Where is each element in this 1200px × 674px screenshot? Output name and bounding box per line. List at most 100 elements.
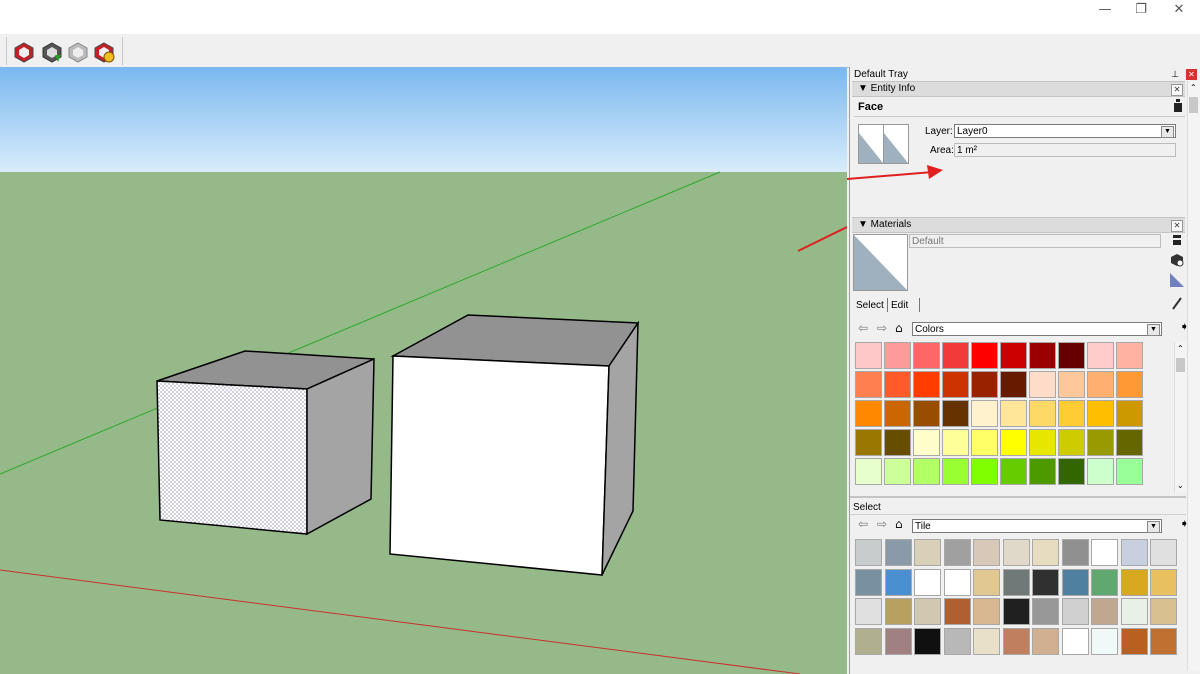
- tray-close-button[interactable]: ✕: [1186, 69, 1197, 80]
- color-swatch[interactable]: [855, 458, 882, 485]
- color-swatch[interactable]: [884, 342, 911, 369]
- front-face-material-swatch[interactable]: [858, 124, 884, 164]
- tile-material-swatch[interactable]: [1002, 568, 1030, 596]
- tile-material-swatch[interactable]: [1091, 627, 1118, 655]
- entity-info-header[interactable]: ▼ Entity Info ✕: [852, 81, 1185, 97]
- tile-material-swatch[interactable]: [884, 568, 912, 596]
- tile-material-swatch[interactable]: [1032, 539, 1059, 566]
- color-swatch[interactable]: [942, 371, 969, 398]
- tile-material-swatch[interactable]: [1061, 598, 1089, 625]
- color-swatch[interactable]: [913, 371, 940, 398]
- material-name-field[interactable]: Default: [909, 234, 1161, 248]
- color-swatch[interactable]: [855, 342, 882, 369]
- tray-scroll-thumb[interactable]: [1189, 97, 1198, 113]
- color-swatch[interactable]: [1116, 458, 1143, 485]
- color-swatch[interactable]: [1058, 342, 1085, 369]
- tile-material-swatch[interactable]: [855, 627, 882, 655]
- color-swatch[interactable]: [855, 429, 882, 456]
- tray-scroll-up-icon[interactable]: ⌃: [1190, 83, 1197, 92]
- tile-material-swatch[interactable]: [884, 627, 912, 655]
- color-swatch[interactable]: [1029, 400, 1056, 427]
- back-icon[interactable]: ⇦: [858, 321, 868, 335]
- details-toggle-icon[interactable]: [1173, 99, 1183, 113]
- tile-material-swatch[interactable]: [914, 627, 941, 655]
- color-swatch[interactable]: [913, 429, 940, 456]
- color-swatch[interactable]: [884, 429, 911, 456]
- get-models-icon[interactable]: [67, 41, 89, 63]
- tile-material-swatch[interactable]: [1002, 627, 1030, 655]
- chevron-down-icon[interactable]: ▼: [1147, 521, 1160, 533]
- tile-material-swatch[interactable]: [1120, 539, 1148, 566]
- color-swatch[interactable]: [1087, 371, 1114, 398]
- tile-material-swatch[interactable]: [1002, 539, 1030, 566]
- color-swatch[interactable]: [942, 400, 969, 427]
- color-swatch[interactable]: [913, 400, 940, 427]
- color-swatch[interactable]: [913, 458, 940, 485]
- viewport-scene[interactable]: [0, 67, 847, 674]
- color-swatch[interactable]: [913, 342, 940, 369]
- tray-scrollbar[interactable]: ⌃: [1187, 81, 1200, 671]
- tile-material-swatch[interactable]: [1061, 568, 1089, 596]
- secondary-home-icon[interactable]: ⌂: [895, 517, 903, 531]
- tile-material-swatch[interactable]: [973, 539, 1000, 566]
- color-swatch[interactable]: [855, 400, 882, 427]
- color-swatch[interactable]: [971, 342, 998, 369]
- tile-material-swatch[interactable]: [973, 568, 1000, 596]
- chevron-down-icon[interactable]: ▼: [1147, 324, 1160, 336]
- default-material-icon[interactable]: [1170, 273, 1184, 287]
- color-swatch[interactable]: [1000, 400, 1027, 427]
- tile-material-swatch[interactable]: [973, 627, 1000, 655]
- tile-material-swatch[interactable]: [855, 539, 882, 566]
- tile-material-swatch[interactable]: [943, 539, 971, 566]
- tile-material-swatch[interactable]: [1032, 627, 1059, 655]
- tile-material-swatch[interactable]: [943, 598, 971, 625]
- color-swatch[interactable]: [1116, 429, 1143, 456]
- tab-edit[interactable]: Edit: [891, 300, 908, 311]
- back-face-material-swatch[interactable]: [883, 124, 909, 164]
- color-swatch[interactable]: [971, 429, 998, 456]
- scroll-up-icon[interactable]: ⌃: [1177, 344, 1184, 353]
- color-swatch[interactable]: [1000, 342, 1027, 369]
- color-swatch[interactable]: [1116, 342, 1143, 369]
- color-swatch[interactable]: [1087, 458, 1114, 485]
- tile-material-swatch[interactable]: [855, 568, 882, 596]
- minimize-button[interactable]: —: [1088, 2, 1122, 18]
- create-material-icon[interactable]: [1170, 253, 1184, 267]
- color-swatch[interactable]: [1000, 371, 1027, 398]
- large-cube[interactable]: [389, 314, 640, 576]
- display-secondary-pane-icon[interactable]: [1171, 234, 1183, 246]
- color-swatch[interactable]: [1116, 371, 1143, 398]
- tile-material-swatch[interactable]: [884, 539, 912, 566]
- scroll-down-icon[interactable]: ⌄: [1177, 481, 1184, 490]
- tile-material-swatch[interactable]: [1061, 627, 1089, 655]
- tile-material-swatch[interactable]: [1150, 539, 1177, 566]
- tile-material-swatch[interactable]: [1002, 598, 1030, 625]
- color-swatch[interactable]: [1029, 429, 1056, 456]
- color-swatch[interactable]: [884, 458, 911, 485]
- tile-material-swatch[interactable]: [1032, 598, 1059, 625]
- color-swatch[interactable]: [1087, 342, 1114, 369]
- layer-select[interactable]: Layer0 ▼: [954, 124, 1176, 138]
- share-component-icon[interactable]: [41, 41, 63, 63]
- modeling-viewport[interactable]: [0, 67, 847, 674]
- forward-icon[interactable]: ⇨: [877, 321, 887, 335]
- close-button[interactable]: ✕: [1162, 2, 1196, 18]
- tile-material-swatch[interactable]: [1120, 598, 1148, 625]
- secondary-forward-icon[interactable]: ⇨: [877, 517, 887, 531]
- tile-material-swatch[interactable]: [914, 568, 941, 596]
- tile-material-swatch[interactable]: [855, 598, 882, 625]
- tab-select[interactable]: Select: [856, 300, 884, 311]
- color-swatch[interactable]: [1087, 429, 1114, 456]
- color-swatch[interactable]: [1058, 429, 1085, 456]
- tile-material-swatch[interactable]: [914, 598, 941, 625]
- tile-material-swatch[interactable]: [1120, 627, 1148, 655]
- tile-material-swatch[interactable]: [943, 627, 971, 655]
- color-swatch[interactable]: [942, 429, 969, 456]
- tile-material-swatch[interactable]: [1150, 598, 1177, 625]
- tile-material-swatch[interactable]: [1091, 539, 1118, 566]
- color-swatch[interactable]: [884, 400, 911, 427]
- extension-warehouse-icon[interactable]: [13, 41, 35, 63]
- scroll-thumb[interactable]: [1176, 358, 1185, 372]
- color-swatch[interactable]: [1058, 371, 1085, 398]
- color-swatch[interactable]: [1029, 342, 1056, 369]
